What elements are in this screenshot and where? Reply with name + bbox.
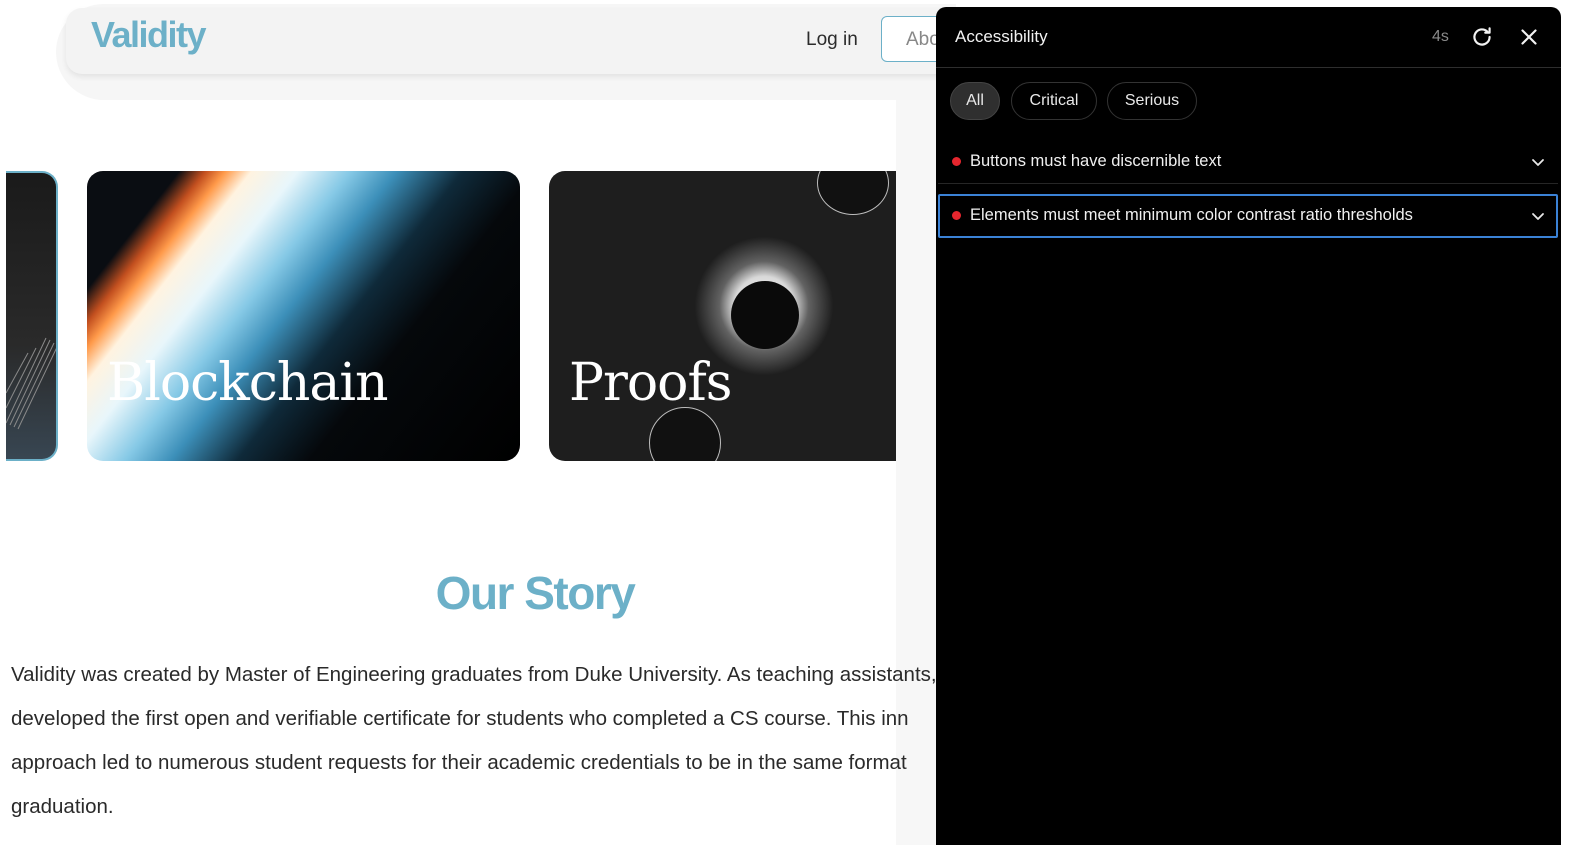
scan-timer: 4s: [1432, 28, 1449, 45]
feature-card-proofs[interactable]: Proofs: [549, 171, 949, 461]
panel-title: Accessibility: [955, 27, 1048, 46]
issue-row-selected[interactable]: Elements must meet minimum color contras…: [938, 194, 1558, 238]
severity-dot-icon: [952, 211, 961, 220]
issue-text: Elements must meet minimum color contras…: [970, 206, 1413, 224]
close-button[interactable]: [1516, 24, 1542, 50]
line-art-graphic: [6, 337, 56, 430]
site-logo[interactable]: Validity: [91, 14, 207, 56]
eclipse-moon-graphic: [731, 281, 799, 349]
chevron-down-icon[interactable]: [1530, 154, 1546, 170]
filter-critical-chip[interactable]: Critical: [1011, 82, 1097, 120]
card-title: Blockchain: [107, 353, 389, 413]
filter-all-chip[interactable]: All: [950, 82, 1000, 120]
login-link[interactable]: Log in: [806, 29, 858, 51]
card-title: Proofs: [569, 353, 732, 413]
feature-card-partial[interactable]: [6, 171, 58, 461]
filter-serious-chip[interactable]: Serious: [1107, 82, 1197, 120]
issue-row[interactable]: Buttons must have discernible text: [938, 140, 1558, 184]
feature-card-blockchain[interactable]: Blockchain: [87, 171, 520, 461]
eclipse-ring-graphic: [649, 407, 721, 461]
eclipse-ring-graphic: [817, 171, 889, 215]
accessibility-panel: Accessibility 4s All Critical Serious Bu…: [936, 7, 1561, 845]
story-heading: Our Story: [435, 567, 636, 619]
panel-header: Accessibility 4s: [936, 7, 1561, 68]
refresh-icon: [1473, 27, 1491, 46]
severity-dot-icon: [952, 157, 961, 166]
close-icon: [1521, 29, 1537, 45]
refresh-button[interactable]: [1469, 24, 1495, 50]
chevron-down-icon[interactable]: [1530, 208, 1546, 224]
issue-text: Buttons must have discernible text: [970, 152, 1222, 170]
